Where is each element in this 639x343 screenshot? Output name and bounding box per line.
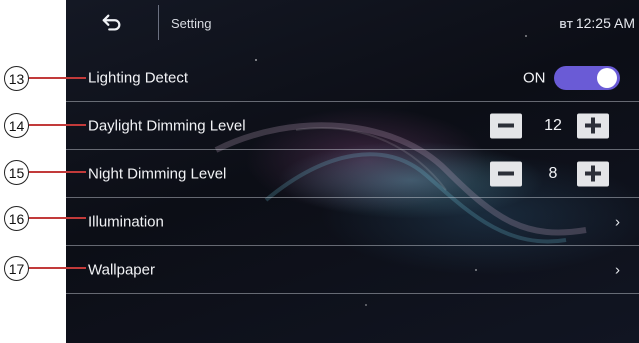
- callout-line: [29, 267, 86, 269]
- lighting-detect-toggle[interactable]: [554, 65, 620, 90]
- bluetooth-label: BT: [559, 20, 573, 31]
- night-plus-button[interactable]: [577, 161, 609, 186]
- callout-13: 13: [4, 66, 29, 91]
- clock: 12:25 AM: [575, 15, 635, 31]
- row-night-dimming: Night Dimming Level 8: [66, 150, 639, 198]
- top-bar: Setting BT 12:25 AM: [66, 0, 639, 45]
- night-level-value: 8: [548, 164, 558, 182]
- page-title: Setting: [171, 16, 212, 31]
- minus-icon: [498, 171, 514, 176]
- plus-icon: [585, 165, 601, 182]
- callout-14: 14: [4, 113, 29, 138]
- chevron-right-icon: ›: [615, 213, 620, 230]
- settings-screen: Setting BT 12:25 AM Lighting Detect ON Da…: [66, 0, 639, 343]
- row-label: Illumination: [88, 213, 164, 230]
- daylight-plus-button[interactable]: [577, 113, 609, 138]
- callout-line: [29, 124, 86, 126]
- row-label: Wallpaper: [88, 261, 155, 278]
- toggle-knob: [597, 67, 617, 88]
- plus-icon: [585, 117, 601, 134]
- row-label: Lighting Detect: [88, 69, 189, 86]
- callout-17: 17: [4, 256, 29, 281]
- night-minus-button[interactable]: [490, 161, 522, 186]
- callout-line: [29, 171, 86, 173]
- callout-15: 15: [4, 160, 29, 185]
- daylight-minus-button[interactable]: [490, 113, 522, 138]
- chevron-right-icon: ›: [615, 261, 620, 278]
- topbar-divider: [158, 5, 159, 40]
- row-lighting-detect[interactable]: Lighting Detect ON: [66, 54, 639, 102]
- daylight-level-value: 12: [544, 116, 562, 134]
- back-button[interactable]: [66, 0, 158, 45]
- callout-line: [29, 217, 86, 219]
- back-arrow-icon: [102, 14, 121, 31]
- row-label: Night Dimming Level: [88, 165, 227, 182]
- row-wallpaper[interactable]: Wallpaper ›: [66, 246, 639, 294]
- row-illumination[interactable]: Illumination ›: [66, 198, 639, 246]
- row-label: Daylight Dimming Level: [88, 117, 246, 134]
- status-area: BT 12:25 AM: [560, 15, 636, 31]
- minus-icon: [498, 123, 514, 128]
- callout-line: [29, 77, 86, 79]
- row-daylight-dimming: Daylight Dimming Level 12: [66, 102, 639, 150]
- toggle-state-label: ON: [523, 69, 546, 86]
- callout-16: 16: [4, 206, 29, 231]
